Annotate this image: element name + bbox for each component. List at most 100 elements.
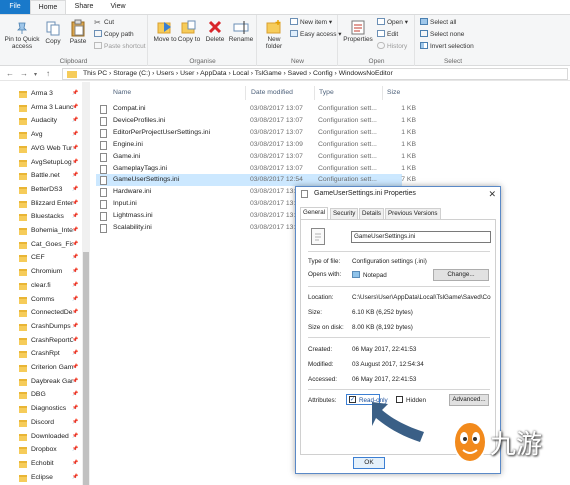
nav-item[interactable]: Eclipse (31, 470, 73, 485)
delete-button[interactable]: Delete (203, 19, 227, 43)
column-header-date[interactable]: Date modified (251, 86, 293, 100)
advanced-button[interactable]: Advanced... (449, 394, 489, 406)
tab-previous-versions[interactable]: Previous Versions (385, 208, 441, 219)
breadcrumb-8[interactable]: Config (313, 70, 333, 77)
column-divider[interactable] (382, 86, 383, 100)
nav-scrollbar[interactable] (82, 82, 90, 485)
breadcrumb-6[interactable]: TslGame (255, 70, 282, 77)
pin-icon[interactable]: 📌 (72, 117, 78, 123)
back-arrow-icon[interactable]: ← (6, 69, 14, 78)
edit-button[interactable]: Edit (377, 30, 398, 40)
breadcrumb-4[interactable]: AppData (200, 70, 226, 77)
file-row[interactable]: Engine.ini 03/08/2017 13:09 Configuration … (96, 139, 416, 151)
ok-button[interactable]: OK (353, 457, 385, 469)
forward-arrow-icon[interactable]: → (20, 69, 28, 78)
pin-icon[interactable]: 📌 (72, 337, 78, 343)
breadcrumb-1[interactable]: Storage (C:) (113, 70, 150, 77)
recent-chevron-icon[interactable]: ▾ (34, 71, 37, 78)
history-button[interactable]: History (377, 42, 407, 52)
pin-icon[interactable]: 📌 (72, 227, 78, 233)
breadcrumb-5[interactable]: Local (233, 70, 249, 77)
file-size: 1 KB (401, 128, 416, 136)
tab-view[interactable]: View (104, 0, 132, 14)
file-name: DeviceProfiles.ini (113, 116, 166, 124)
paste-shortcut-button[interactable]: Paste shortcut (94, 42, 146, 52)
close-icon[interactable]: ✕ (488, 187, 496, 201)
pin-to-quick-access-button[interactable]: Pin to Quick access (2, 21, 42, 50)
column-divider[interactable] (245, 86, 246, 100)
pin-icon[interactable]: 📌 (72, 268, 78, 274)
easy-access-button[interactable]: Easy access ▾ (290, 30, 342, 40)
column-divider[interactable] (314, 86, 315, 100)
pin-icon[interactable]: 📌 (72, 391, 78, 397)
pin-icon[interactable]: 📌 (72, 405, 78, 411)
file-row[interactable]: EditorPerProjectUserSettings.ini 03/08/20… (96, 127, 416, 139)
folder-icon (19, 214, 27, 222)
pin-icon[interactable]: 📌 (72, 378, 78, 384)
new-folder-button[interactable]: New folder (262, 19, 286, 50)
cut-button[interactable]: ✂ Cut (94, 18, 114, 28)
pin-icon[interactable]: 📌 (72, 323, 78, 329)
address-path[interactable]: This PC › Storage (C:) › Users › User › … (62, 68, 568, 80)
column-header-size[interactable]: Size (387, 86, 400, 100)
copy-button[interactable]: Copy (42, 21, 64, 45)
pin-icon[interactable]: 📌 (72, 296, 78, 302)
pin-icon[interactable]: 📌 (72, 104, 78, 110)
dialog-title-bar[interactable]: GameUserSettings.ini Properties ✕ (296, 187, 500, 201)
readonly-checkbox[interactable]: ✓ (349, 396, 356, 403)
copy-to-button[interactable]: Copy to (177, 19, 201, 43)
open-button[interactable]: Open ▾ (377, 18, 408, 28)
properties-button[interactable]: Properties (341, 19, 375, 43)
change-button[interactable]: Change... (433, 269, 489, 281)
pin-icon[interactable]: 📌 (72, 90, 78, 96)
select-none-button[interactable]: Select none (420, 30, 464, 40)
file-row[interactable]: GameUserSettings.ini 03/08/2017 12:54 Conf… (96, 174, 416, 187)
pin-icon[interactable]: 📌 (72, 419, 78, 425)
tab-file[interactable]: File (0, 0, 30, 14)
tab-home[interactable]: Home (30, 0, 66, 14)
rename-button[interactable]: Rename (228, 19, 254, 43)
tab-general[interactable]: General (300, 207, 329, 219)
file-row[interactable]: DeviceProfiles.ini 03/08/2017 13:07 Config… (96, 115, 416, 127)
pin-icon[interactable]: 📌 (72, 446, 78, 452)
tab-security[interactable]: Security (330, 208, 359, 219)
invert-selection-button[interactable]: Invert selection (420, 42, 474, 52)
column-header-name[interactable]: Name (113, 86, 131, 100)
pin-icon[interactable]: 📌 (72, 474, 78, 480)
pin-icon[interactable]: 📌 (72, 172, 78, 178)
file-row[interactable]: Game.ini 03/08/2017 13:07 Configuration se… (96, 151, 416, 163)
pin-icon[interactable]: 📌 (72, 350, 78, 356)
nav-scrollbar-thumb[interactable] (83, 252, 89, 485)
new-item-button[interactable]: New item ▾ (290, 18, 332, 28)
move-to-button[interactable]: Move to (153, 19, 177, 43)
pin-icon[interactable]: 📌 (72, 145, 78, 151)
pin-icon[interactable]: 📌 (72, 433, 78, 439)
file-row[interactable]: GameplayTags.ini 03/08/2017 13:07 Configur… (96, 163, 416, 175)
pin-icon[interactable]: 📌 (72, 200, 78, 206)
pin-icon[interactable]: 📌 (72, 282, 78, 288)
pin-icon[interactable]: 📌 (72, 159, 78, 165)
pin-icon[interactable]: 📌 (72, 364, 78, 370)
file-row[interactable]: Compat.ini 03/08/2017 13:07 Configuration … (96, 103, 416, 115)
breadcrumb-0[interactable]: This PC (83, 70, 107, 77)
breadcrumb-2[interactable]: Users (156, 70, 174, 77)
pin-icon[interactable]: 📌 (72, 213, 78, 219)
pin-icon[interactable]: 📌 (72, 186, 78, 192)
breadcrumb-3[interactable]: User (180, 70, 194, 77)
pin-icon[interactable]: 📌 (72, 254, 78, 260)
pin-icon[interactable]: 📌 (72, 309, 78, 315)
file-date: 03/08/2017 13:07 (250, 152, 303, 160)
pin-icon[interactable]: 📌 (72, 241, 78, 247)
column-header-type[interactable]: Type (319, 86, 334, 100)
pin-icon[interactable]: 📌 (72, 460, 78, 466)
paste-button[interactable]: Paste (66, 19, 90, 45)
file-name-input[interactable]: GameUserSettings.ini (351, 231, 491, 243)
breadcrumb-9[interactable]: WindowsNoEditor (339, 70, 393, 77)
tab-share[interactable]: Share (68, 0, 100, 14)
tab-details[interactable]: Details (359, 208, 384, 219)
select-all-button[interactable]: Select all (420, 18, 456, 28)
pin-icon[interactable]: 📌 (72, 131, 78, 137)
breadcrumb-7[interactable]: Saved (288, 70, 307, 77)
up-arrow-icon[interactable]: ↑ (46, 69, 50, 78)
copy-path-button[interactable]: Copy path (94, 30, 134, 40)
